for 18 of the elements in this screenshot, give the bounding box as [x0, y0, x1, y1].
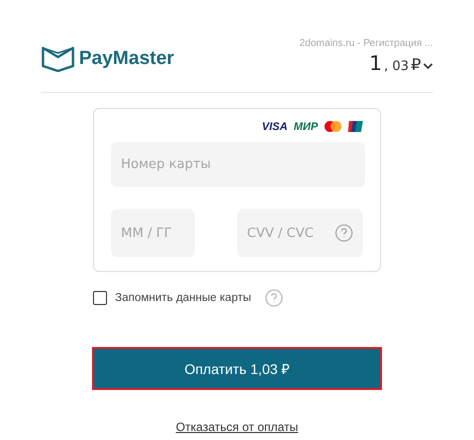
- remember-checkbox[interactable]: [93, 291, 107, 305]
- cvv-field[interactable]: CVV / CVC: [237, 209, 363, 257]
- brand-name: PayMaster: [79, 48, 174, 70]
- pay-button[interactable]: Оплатить 1,03 ₽: [92, 347, 382, 390]
- expiry-field[interactable]: ММ / ГГ: [111, 209, 195, 257]
- card-brand-logo: МИР: [294, 120, 318, 132]
- amount-integer: 1: [369, 51, 382, 75]
- unionpay-icon: [348, 121, 363, 132]
- card-brand-logo: VISA: [262, 120, 288, 132]
- currency-sign: ₽: [410, 55, 421, 74]
- card-number-field[interactable]: Номер карты: [111, 142, 365, 187]
- mastercard-icon: [324, 121, 342, 132]
- envelope-book-icon: [41, 46, 75, 72]
- remember-label: Запомнить данные карты: [115, 292, 252, 304]
- chevron-down-icon[interactable]: [423, 63, 433, 70]
- amount-fraction: , 03: [384, 59, 409, 74]
- cancel-link[interactable]: Отказаться от оплаты: [176, 420, 298, 434]
- merchant-name: 2domains.ru - Регистрация ...: [300, 38, 433, 49]
